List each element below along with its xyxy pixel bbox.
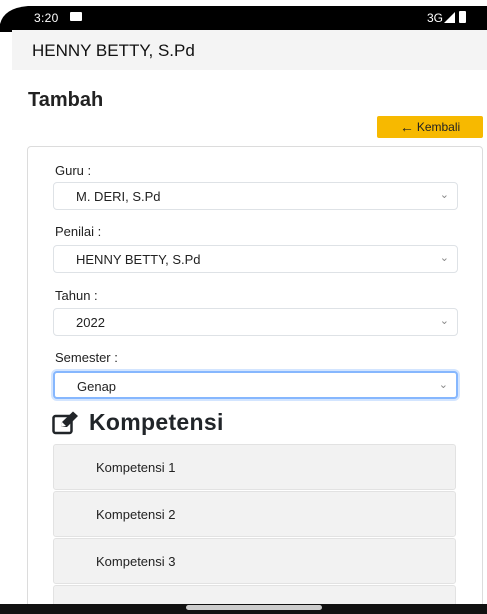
penilai-label: Penilai : [55, 224, 102, 239]
kompetensi-item[interactable]: Kompetensi 3 [53, 538, 456, 584]
tahun-label: Tahun : [55, 288, 98, 303]
app-bar: HENNY BETTY, S.Pd [12, 30, 487, 70]
status-time: 3:20 [34, 11, 59, 25]
battery-icon [459, 11, 466, 23]
home-indicator[interactable] [186, 605, 322, 610]
edit-icon [52, 411, 78, 434]
chevron-down-icon: ⌄ [439, 315, 449, 327]
kompetensi-item[interactable]: Kompetensi 1 [53, 444, 456, 490]
kompetensi-item-label: Kompetensi 1 [96, 460, 176, 475]
app-bar-title: HENNY BETTY, S.Pd [32, 41, 195, 60]
chevron-down-icon: ⌄ [438, 379, 448, 391]
network-type: 3G [427, 11, 444, 25]
penilai-select[interactable]: HENNY BETTY, S.Pd ⌄ [53, 245, 458, 273]
kompetensi-item[interactable]: Kompetensi 2 [53, 491, 456, 537]
semester-select[interactable]: Genap ⌄ [53, 371, 458, 399]
page-title: Tambah [28, 89, 104, 111]
tahun-select-value: 2022 [76, 315, 105, 330]
kompetensi-title: Kompetensi [89, 409, 224, 435]
sim-icon [70, 12, 82, 21]
guru-select[interactable]: M. DERI, S.Pd ⌄ [53, 182, 458, 210]
semester-select-value: Genap [77, 379, 117, 394]
signal-icon [444, 12, 455, 23]
kompetensi-header: Kompetensi [52, 409, 224, 436]
semester-label: Semester : [55, 350, 118, 365]
status-bar: 3:20 3G [0, 0, 487, 32]
arrow-left-icon: ← [399, 119, 414, 135]
guru-select-value: M. DERI, S.Pd [76, 189, 161, 204]
chevron-down-icon: ⌄ [439, 252, 449, 264]
back-button-label: Kembali [416, 120, 461, 134]
kompetensi-item-label: Kompetensi 2 [96, 507, 176, 522]
kompetensi-item-label: Kompetensi 3 [96, 554, 176, 569]
back-button[interactable]: ← Kembali [377, 116, 483, 138]
guru-label: Guru : [55, 163, 92, 178]
chevron-down-icon: ⌄ [439, 189, 449, 201]
penilai-select-value: HENNY BETTY, S.Pd [76, 252, 201, 267]
tahun-select[interactable]: 2022 ⌄ [53, 308, 458, 336]
